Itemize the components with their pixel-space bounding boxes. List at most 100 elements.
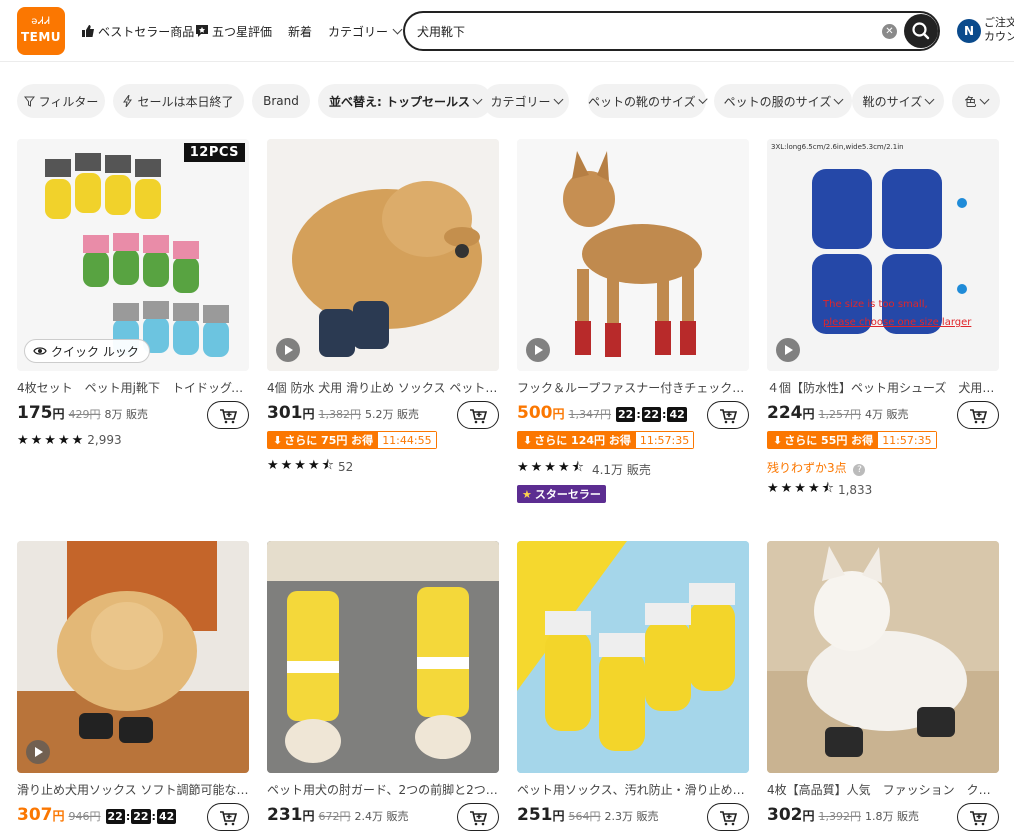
product-image[interactable]: 12PCS クイック ルック <box>17 139 249 371</box>
filter-shoe-size-label: 靴のサイズ <box>862 94 923 109</box>
info-icon[interactable]: ? <box>853 464 866 476</box>
quick-look-label: クイック ルック <box>51 344 139 359</box>
filter-shoe-size[interactable]: 靴のサイズ <box>852 84 944 118</box>
cart-icon <box>220 409 238 424</box>
product-image[interactable] <box>267 541 499 773</box>
cart-icon <box>470 409 488 424</box>
product-price: 301 <box>267 403 303 423</box>
add-to-cart-button[interactable] <box>957 401 999 429</box>
filter-pet-clothes-size[interactable]: ペットの服のサイズ <box>714 84 852 118</box>
account-orders-label: ご注文 <box>984 16 1014 29</box>
chevron-down-icon <box>472 94 483 104</box>
product-image[interactable]: 3XL:long6.5cm/2.6in,wide5.3cm/2.1in The … <box>767 139 999 371</box>
temu-logo[interactable]: ǝᏗᏗ TEMU <box>17 7 65 55</box>
account-menu[interactable]: ご注文 カウン <box>984 16 1014 44</box>
sold-count: 8万 販売 <box>104 408 149 421</box>
product-price: 307 <box>17 805 53 825</box>
search-bar: ✕ <box>403 11 940 51</box>
price-yen: 円 <box>552 407 565 421</box>
sort-dropdown[interactable]: 並べ替え: トップセールス <box>318 84 492 118</box>
product-title[interactable]: ４個【防水性】ペット用シューズ 犬用靴 滑り止め <box>767 379 999 396</box>
dog-image <box>267 139 499 371</box>
star-seller-icon: ★ <box>522 487 532 501</box>
filter-category-label: カテゴリー <box>490 94 551 109</box>
filter-sale-ends-today[interactable]: セールは本日終了 <box>113 84 244 118</box>
nav-categories[interactable]: カテゴリー <box>328 22 403 40</box>
add-to-cart-button[interactable] <box>207 401 249 429</box>
socks-image <box>45 153 229 357</box>
original-price: 564円 <box>568 810 601 823</box>
product-title[interactable]: フック＆ループファスナー付きチェック柄滑り止め犬用靴下 <box>517 379 749 396</box>
filter-pet-clothes-size-label: ペットの服のサイズ <box>723 94 832 109</box>
nav-new-label: 新着 <box>288 24 313 39</box>
product-title[interactable]: ペット用犬の肘ガード、2つの前脚と2つの後ろ脚 <box>267 781 499 798</box>
clear-search-icon[interactable]: ✕ <box>882 24 897 39</box>
search-input[interactable] <box>417 21 857 41</box>
filter-category[interactable]: カテゴリー <box>483 84 569 118</box>
product-title[interactable]: 4枚セット ペット用j靴下 トイドッグ、小型犬用滑り止め <box>17 379 249 396</box>
avatar[interactable]: N <box>957 19 981 43</box>
original-price: 672円 <box>318 810 351 823</box>
nav-five-star[interactable]: 五つ星評価 <box>195 22 272 40</box>
filter-color-label: 色 <box>964 94 977 109</box>
product-price: 302 <box>767 805 803 825</box>
top-header: ǝᏗᏗ TEMU ベストセラー商品 五つ星評価 新着 カテゴリー ✕ N ご注文… <box>0 0 1014 62</box>
cart-icon <box>470 811 488 826</box>
product-image[interactable] <box>517 541 749 773</box>
product-title[interactable]: 4個 防水 犬用 滑り止め ソックス ペットシューズ <box>267 379 499 396</box>
logo-text: TEMU <box>20 30 62 44</box>
video-play-icon[interactable] <box>26 740 50 764</box>
down-arrow-icon: ⬇ <box>523 433 533 447</box>
filter-pet-shoe-size[interactable]: ペットの靴のサイズ <box>588 84 708 118</box>
video-play-icon[interactable] <box>276 338 300 362</box>
filter-label: フィルター <box>38 94 99 109</box>
rating: ★★★★⯪ 52 <box>267 458 353 475</box>
filter-icon <box>23 96 35 107</box>
video-play-icon[interactable] <box>526 338 550 362</box>
filter-color[interactable]: 色 <box>952 84 1000 118</box>
search-button[interactable] <box>904 14 938 48</box>
pack-count-badge: 12PCS <box>183 143 245 162</box>
add-to-cart-button[interactable] <box>457 401 499 429</box>
price-yen: 円 <box>802 407 815 421</box>
cart-icon <box>970 409 988 424</box>
video-play-icon[interactable] <box>776 338 800 362</box>
add-to-cart-button[interactable] <box>707 401 749 429</box>
price-yen: 円 <box>302 407 315 421</box>
filter-brand[interactable]: Brand <box>252 84 310 118</box>
sold-count: 4.1万 販売 <box>591 462 651 477</box>
product-title[interactable]: 4枚【高品質】人気 ファッション クリエイティブ犬靴 <box>767 781 999 798</box>
account-label: カウン <box>984 30 1014 43</box>
add-to-cart-button[interactable] <box>957 803 999 831</box>
dog-image <box>517 139 749 371</box>
product-image[interactable] <box>517 139 749 371</box>
nav-new-arrivals[interactable]: 新着 <box>288 22 312 40</box>
filter-button[interactable]: フィルター <box>17 84 105 118</box>
star-seller-label: スターセラー <box>534 488 601 501</box>
original-price: 1,257円 <box>818 408 862 421</box>
quick-look-button[interactable]: クイック ルック <box>24 339 150 363</box>
dog-image <box>17 541 249 773</box>
filter-sale-label: セールは本日終了 <box>137 94 234 109</box>
chevron-down-icon <box>392 24 403 34</box>
promo-countdown: 11:57:35 <box>878 432 936 448</box>
lightning-icon <box>123 95 133 107</box>
low-stock-text: 残りわずか3点 <box>767 461 847 475</box>
product-title[interactable]: ペット用ソックス、汚れ防止・滑り止め犬足カバー <box>517 781 749 798</box>
product-image[interactable] <box>267 139 499 371</box>
star-seller-badge: ★ スターセラー <box>517 485 606 503</box>
add-to-cart-button[interactable] <box>457 803 499 831</box>
nav-bestsellers[interactable]: ベストセラー商品 <box>81 22 194 40</box>
product-image[interactable] <box>17 541 249 773</box>
add-to-cart-button[interactable] <box>207 803 249 831</box>
add-to-cart-button[interactable] <box>707 803 749 831</box>
logo-mark: ǝᏗᏗ <box>31 16 51 27</box>
sold-count: 2.4万 販売 <box>354 810 409 823</box>
product-image[interactable] <box>767 541 999 773</box>
size-warning-line-1: The size is too small, <box>823 299 928 310</box>
timer-seconds: 42 <box>156 809 177 824</box>
product-price: 231 <box>267 805 303 825</box>
original-price: 1,392円 <box>818 810 862 823</box>
promo-label: さらに 55円 お得 <box>784 434 874 447</box>
product-title[interactable]: 滑り止め犬用ソックス ソフト調節可能なペット用靴下 <box>17 781 249 798</box>
